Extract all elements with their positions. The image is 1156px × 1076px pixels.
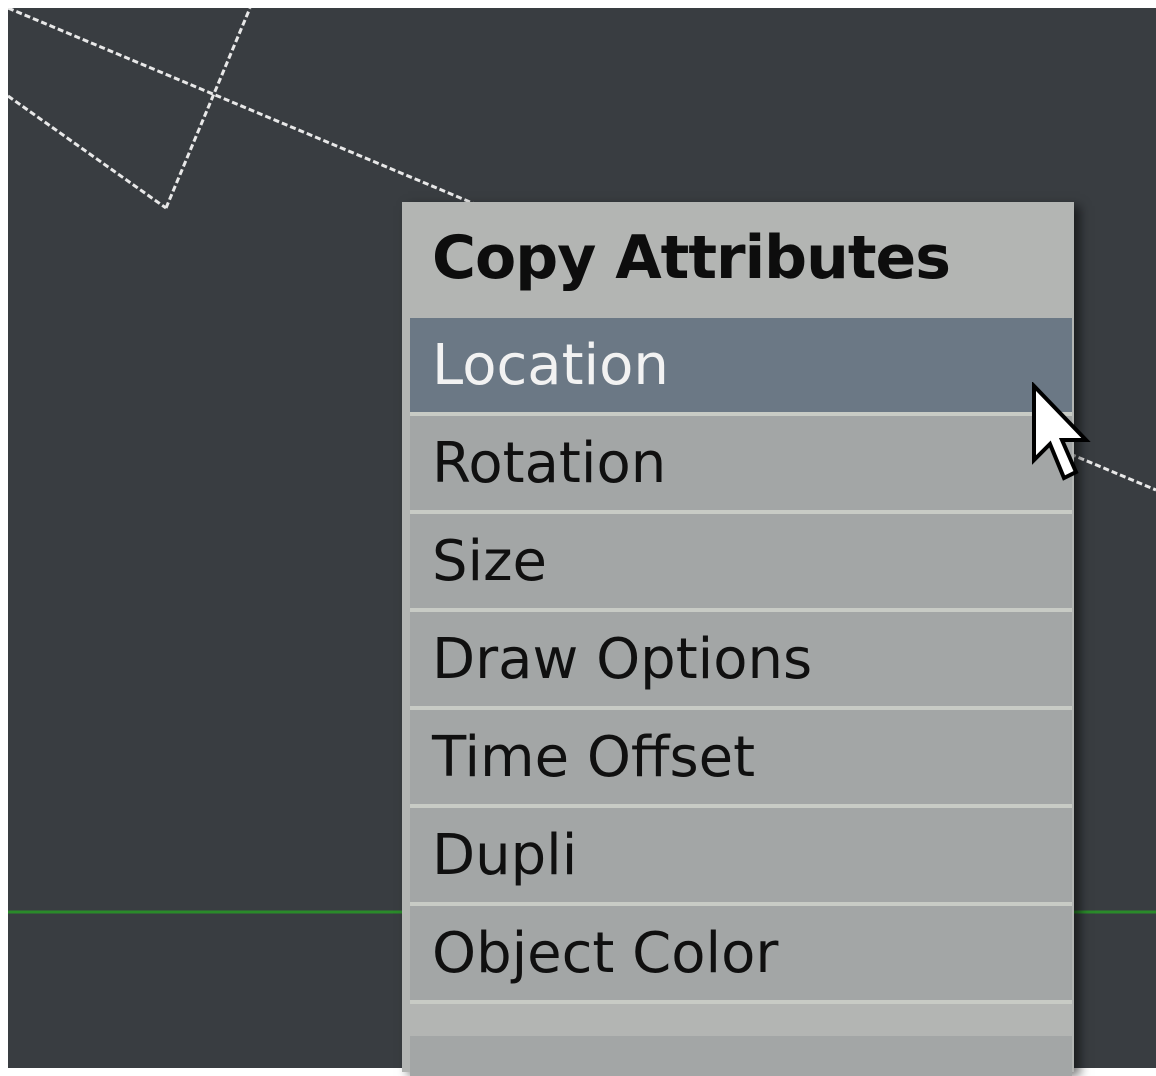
menu-item-label: Object Color xyxy=(432,921,779,986)
copy-attributes-menu: Copy Attributes Location Rotation Size D… xyxy=(402,202,1074,1076)
menu-item-label: Time Offset xyxy=(432,725,756,790)
arrow-pointer-icon xyxy=(1032,382,1091,481)
menu-item-time-offset[interactable]: Time Offset xyxy=(410,710,1072,808)
menu-item-rotation[interactable]: Rotation xyxy=(410,416,1072,514)
menu-item-label: Rotation xyxy=(432,431,667,496)
menu-item-object-color[interactable]: Object Color xyxy=(410,906,1072,1004)
menu-item-size[interactable]: Size xyxy=(410,514,1072,612)
menu-item-label: Dupli xyxy=(432,823,578,888)
menu-title: Copy Attributes xyxy=(432,223,951,293)
menu-item-label: Size xyxy=(432,529,547,594)
menu-item-next[interactable] xyxy=(410,1036,1072,1076)
menu-item-dupli[interactable]: Dupli xyxy=(410,808,1072,906)
menu-item-location[interactable]: Location xyxy=(410,318,1072,416)
menu-item-label: Draw Options xyxy=(432,627,813,692)
menu-separator xyxy=(410,1004,1072,1032)
menu-item-draw-options[interactable]: Draw Options xyxy=(410,612,1072,710)
wire-edge xyxy=(164,8,252,209)
menu-item-label: Location xyxy=(432,333,669,398)
wire-edge xyxy=(8,94,167,210)
